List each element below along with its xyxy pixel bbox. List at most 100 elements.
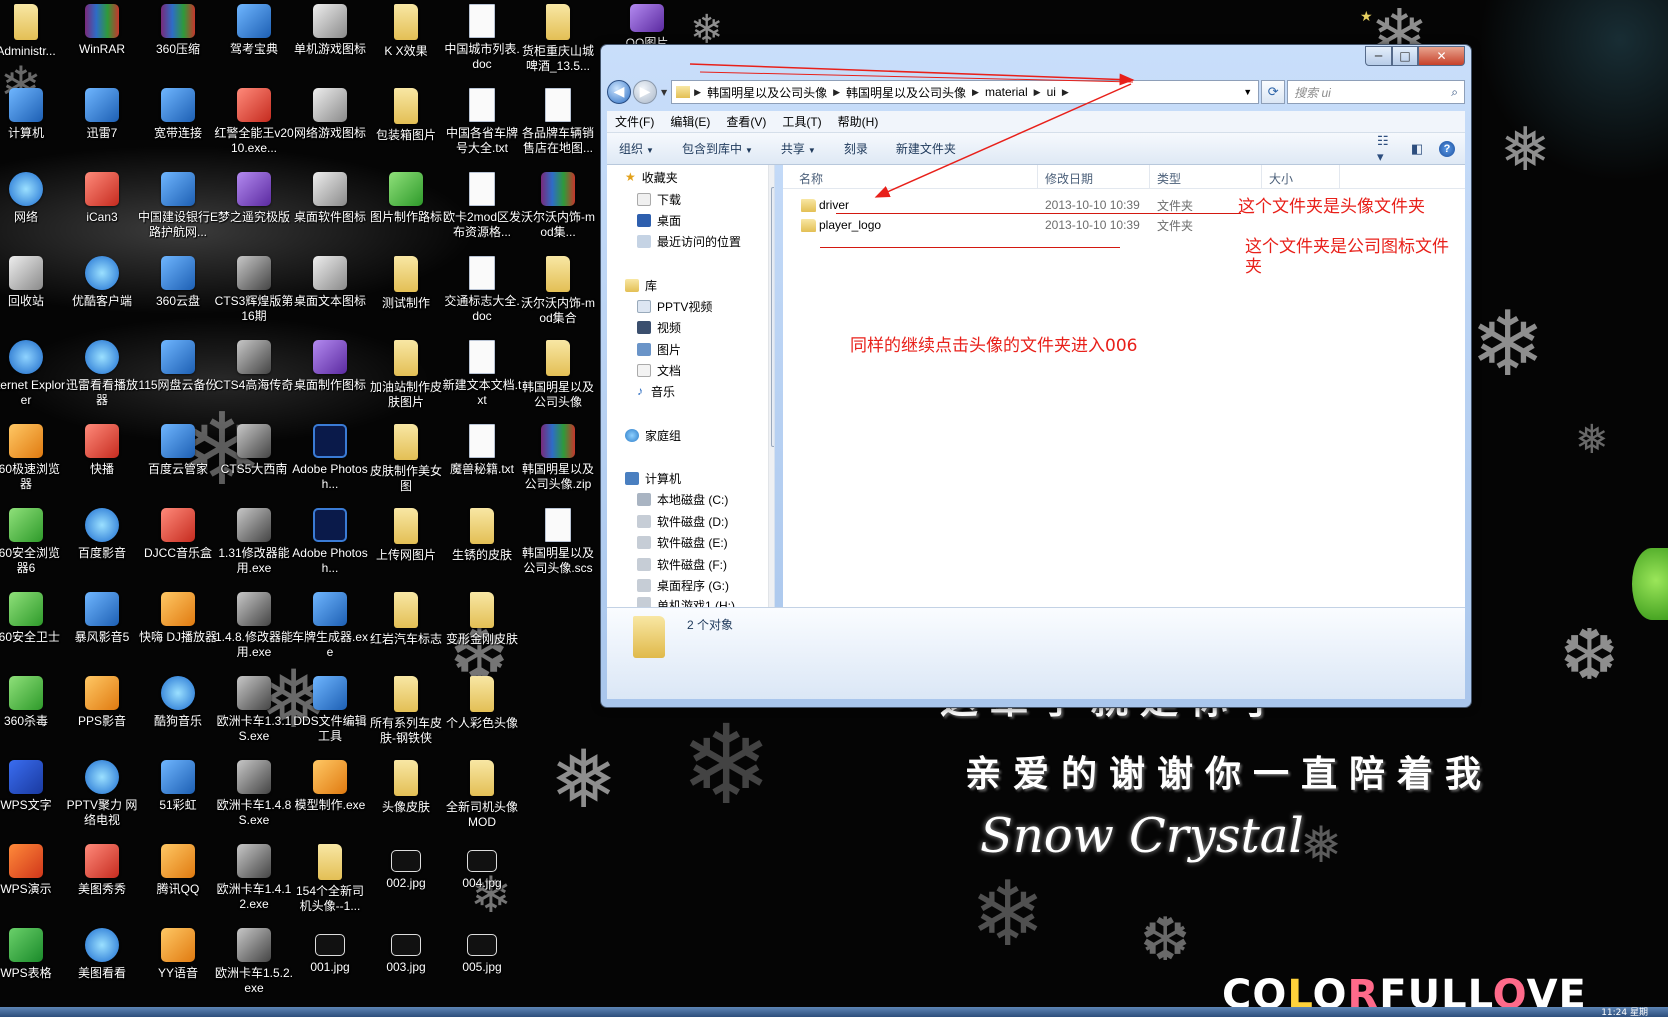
burn-button[interactable]: 刻录 (844, 140, 868, 157)
desktop-icon[interactable]: 宽带连接 (138, 84, 218, 164)
desktop-icon[interactable]: 1.31修改器能用.exe (214, 504, 294, 584)
desktop-icon[interactable]: 迅雷7 (62, 84, 142, 164)
desktop-icon[interactable]: 154个全新司机头像--1... (290, 840, 370, 920)
nav-documents[interactable]: 文档 (637, 360, 681, 380)
desktop-icon[interactable]: 美图看看 (62, 924, 142, 1004)
desktop-icon[interactable]: PPTV聚力 网络电视 (62, 756, 142, 836)
desktop-icon[interactable]: 各品牌车辆销售店在地图... (518, 84, 598, 164)
desktop-icon[interactable]: 中国城市列表.doc (442, 0, 522, 80)
desktop-icon[interactable]: 测试制作 (366, 252, 446, 332)
desktop-icon[interactable]: iCan3 (62, 168, 142, 248)
desktop-icon[interactable]: 全新司机头像MOD (442, 756, 522, 836)
desktop-icon[interactable]: 欧卡2mod区发布资源格... (442, 168, 522, 248)
desktop-icon[interactable]: 115网盘云备份 (138, 336, 218, 416)
include-in-library-button[interactable]: 包含到库中 ▼ (682, 140, 753, 157)
column-divider[interactable] (1339, 165, 1340, 189)
column-divider[interactable] (1149, 165, 1150, 189)
desktop-icon[interactable]: 360极速浏览器 (0, 420, 66, 500)
column-modified[interactable]: 修改日期 (1045, 170, 1093, 187)
desktop-icon[interactable]: 皮肤制作美女图 (366, 420, 446, 500)
recent-pages-dropdown[interactable]: ▼ (661, 88, 667, 97)
desktop-icon[interactable]: K X效果 (366, 0, 446, 80)
forward-button[interactable]: ▶ (633, 80, 657, 104)
new-folder-button[interactable]: 新建文件夹 (896, 140, 956, 157)
column-type[interactable]: 类型 (1157, 170, 1181, 187)
desktop-icon[interactable]: 欧洲卡车1.3.1S.exe (214, 672, 294, 752)
desktop-icon[interactable]: 360云盘 (138, 252, 218, 332)
preview-pane-icon[interactable]: ◧ (1407, 140, 1427, 158)
nav-favorites[interactable]: ★ 收藏夹 (625, 167, 678, 187)
chevron-right-icon[interactable]: ▶ (694, 87, 701, 98)
desktop-icon[interactable]: 沃尔沃内饰-mod集合 (518, 252, 598, 332)
desktop-icon[interactable]: 360杀毒 (0, 672, 66, 752)
desktop-icon[interactable]: WPS演示 (0, 840, 66, 920)
nav-recent-places[interactable]: 最近访问的位置 (637, 231, 741, 251)
desktop-icon[interactable]: 驾考宝典 (214, 0, 294, 80)
desktop-icon[interactable]: 网络 (0, 168, 66, 248)
desktop-icon[interactable]: 梦之遥究极版 (214, 168, 294, 248)
menu-view[interactable]: 查看(V) (726, 113, 766, 130)
desktop-icon[interactable]: 360安全卫士 (0, 588, 66, 668)
desktop-icon[interactable]: 360安全浏览器6 (0, 504, 66, 584)
desktop-icon[interactable]: 001.jpg (290, 924, 370, 1004)
menu-edit[interactable]: 编辑(E) (670, 113, 710, 130)
desktop-icon[interactable]: WinRAR (62, 0, 142, 80)
column-divider[interactable] (1037, 165, 1038, 189)
refresh-button[interactable]: ⟳ (1261, 80, 1286, 104)
nav-drive-c[interactable]: 本地磁盘 (C:) (637, 489, 728, 509)
nav-scrollbar-thumb[interactable] (771, 187, 774, 447)
desktop-icon[interactable]: 百度影音 (62, 504, 142, 584)
menu-file[interactable]: 文件(F) (615, 113, 654, 130)
desktop-icon[interactable]: 002.jpg (366, 840, 446, 920)
desktop-icon[interactable]: 包装箱图片 (366, 84, 446, 164)
address-dropdown-icon[interactable]: ▼ (1243, 87, 1252, 97)
desktop-icon[interactable]: PPS影音 (62, 672, 142, 752)
desktop-icon[interactable]: CTS5大西南 (214, 420, 294, 500)
desktop-icon[interactable]: WPS表格 (0, 924, 66, 1004)
column-name[interactable]: 名称 (799, 170, 823, 187)
desktop-icon[interactable]: 快播 (62, 420, 142, 500)
nav-computer[interactable]: 计算机 (625, 468, 681, 488)
desktop-icon[interactable]: 单机游戏图标 (290, 0, 370, 80)
desktop-icon[interactable]: WPS文字 (0, 756, 66, 836)
nav-drive-g[interactable]: 桌面程序 (G:) (637, 575, 729, 595)
desktop-icon[interactable]: 桌面软件图标 (290, 168, 370, 248)
desktop-icon[interactable]: 红岩汽车标志 (366, 588, 446, 668)
chevron-right-icon[interactable]: ▶ (1062, 87, 1069, 98)
desktop-icon[interactable]: 网络游戏图标 (290, 84, 370, 164)
desktop-icon[interactable]: 酷狗音乐 (138, 672, 218, 752)
help-button[interactable]: ? (1437, 140, 1457, 158)
desktop-icon[interactable]: 上传网图片 (366, 504, 446, 584)
desktop-icon[interactable]: QQ图片 (607, 0, 687, 48)
nav-homegroup[interactable]: 家庭组 (625, 425, 681, 445)
desktop-icon[interactable]: 美图秀秀 (62, 840, 142, 920)
explorer-window[interactable]: ─ □ ✕ ◀ ▶ ▼ ▶ 韩国明星以及公司头像 ▶ 韩国明星以及公司头像 ▶ … (600, 44, 1472, 708)
chevron-right-icon[interactable]: ▶ (833, 87, 840, 98)
desktop-icon[interactable]: DDS文件编辑工具 (290, 672, 370, 752)
breadcrumb-item[interactable]: material (985, 85, 1028, 99)
desktop-icon[interactable]: 中国建设银行E路护航网... (138, 168, 218, 248)
desktop-icon[interactable]: 桌面文本图标 (290, 252, 370, 332)
desktop-icon[interactable]: 回收站 (0, 252, 66, 332)
nav-drive-f[interactable]: 软件磁盘 (F:) (637, 554, 727, 574)
desktop-icon[interactable]: 韩国明星以及公司头像.zip (518, 420, 598, 500)
desktop-icon[interactable]: CTS3辉煌版第16期 (214, 252, 294, 332)
desktop-icon[interactable]: 所有系列车皮肤-钢铁侠 (366, 672, 446, 752)
desktop-icon[interactable]: 韩国明星以及公司头像 (518, 336, 598, 416)
desktop-icon[interactable]: 新建文本文档.txt (442, 336, 522, 416)
organize-button[interactable]: 组织 ▼ (619, 140, 654, 157)
nav-drive-h[interactable]: 单机游戏1 (H:) (637, 597, 735, 607)
nav-videos[interactable]: 视频 (637, 317, 681, 337)
desktop-icon[interactable]: 51彩虹 (138, 756, 218, 836)
desktop-icon[interactable]: 中国各省车牌号大全.txt (442, 84, 522, 164)
desktop-icon[interactable]: 车牌生成器.exe (290, 588, 370, 668)
desktop-icon[interactable]: 沃尔沃内饰-mod集... (518, 168, 598, 248)
desktop-icon[interactable]: 计算机 (0, 84, 66, 164)
desktop-icon[interactable]: 优酷客户端 (62, 252, 142, 332)
desktop-icon[interactable]: 模型制作.exe (290, 756, 370, 836)
file-row[interactable]: player_logo 2013-10-10 10:39 文件夹 (783, 215, 1465, 235)
taskbar[interactable]: 11:24 星期 (0, 1007, 1668, 1017)
desktop-icon[interactable]: 005.jpg (442, 924, 522, 1004)
breadcrumb-item[interactable]: 韩国明星以及公司头像 (707, 84, 827, 101)
desktop-icon[interactable]: 魔兽秘籍.txt (442, 420, 522, 500)
